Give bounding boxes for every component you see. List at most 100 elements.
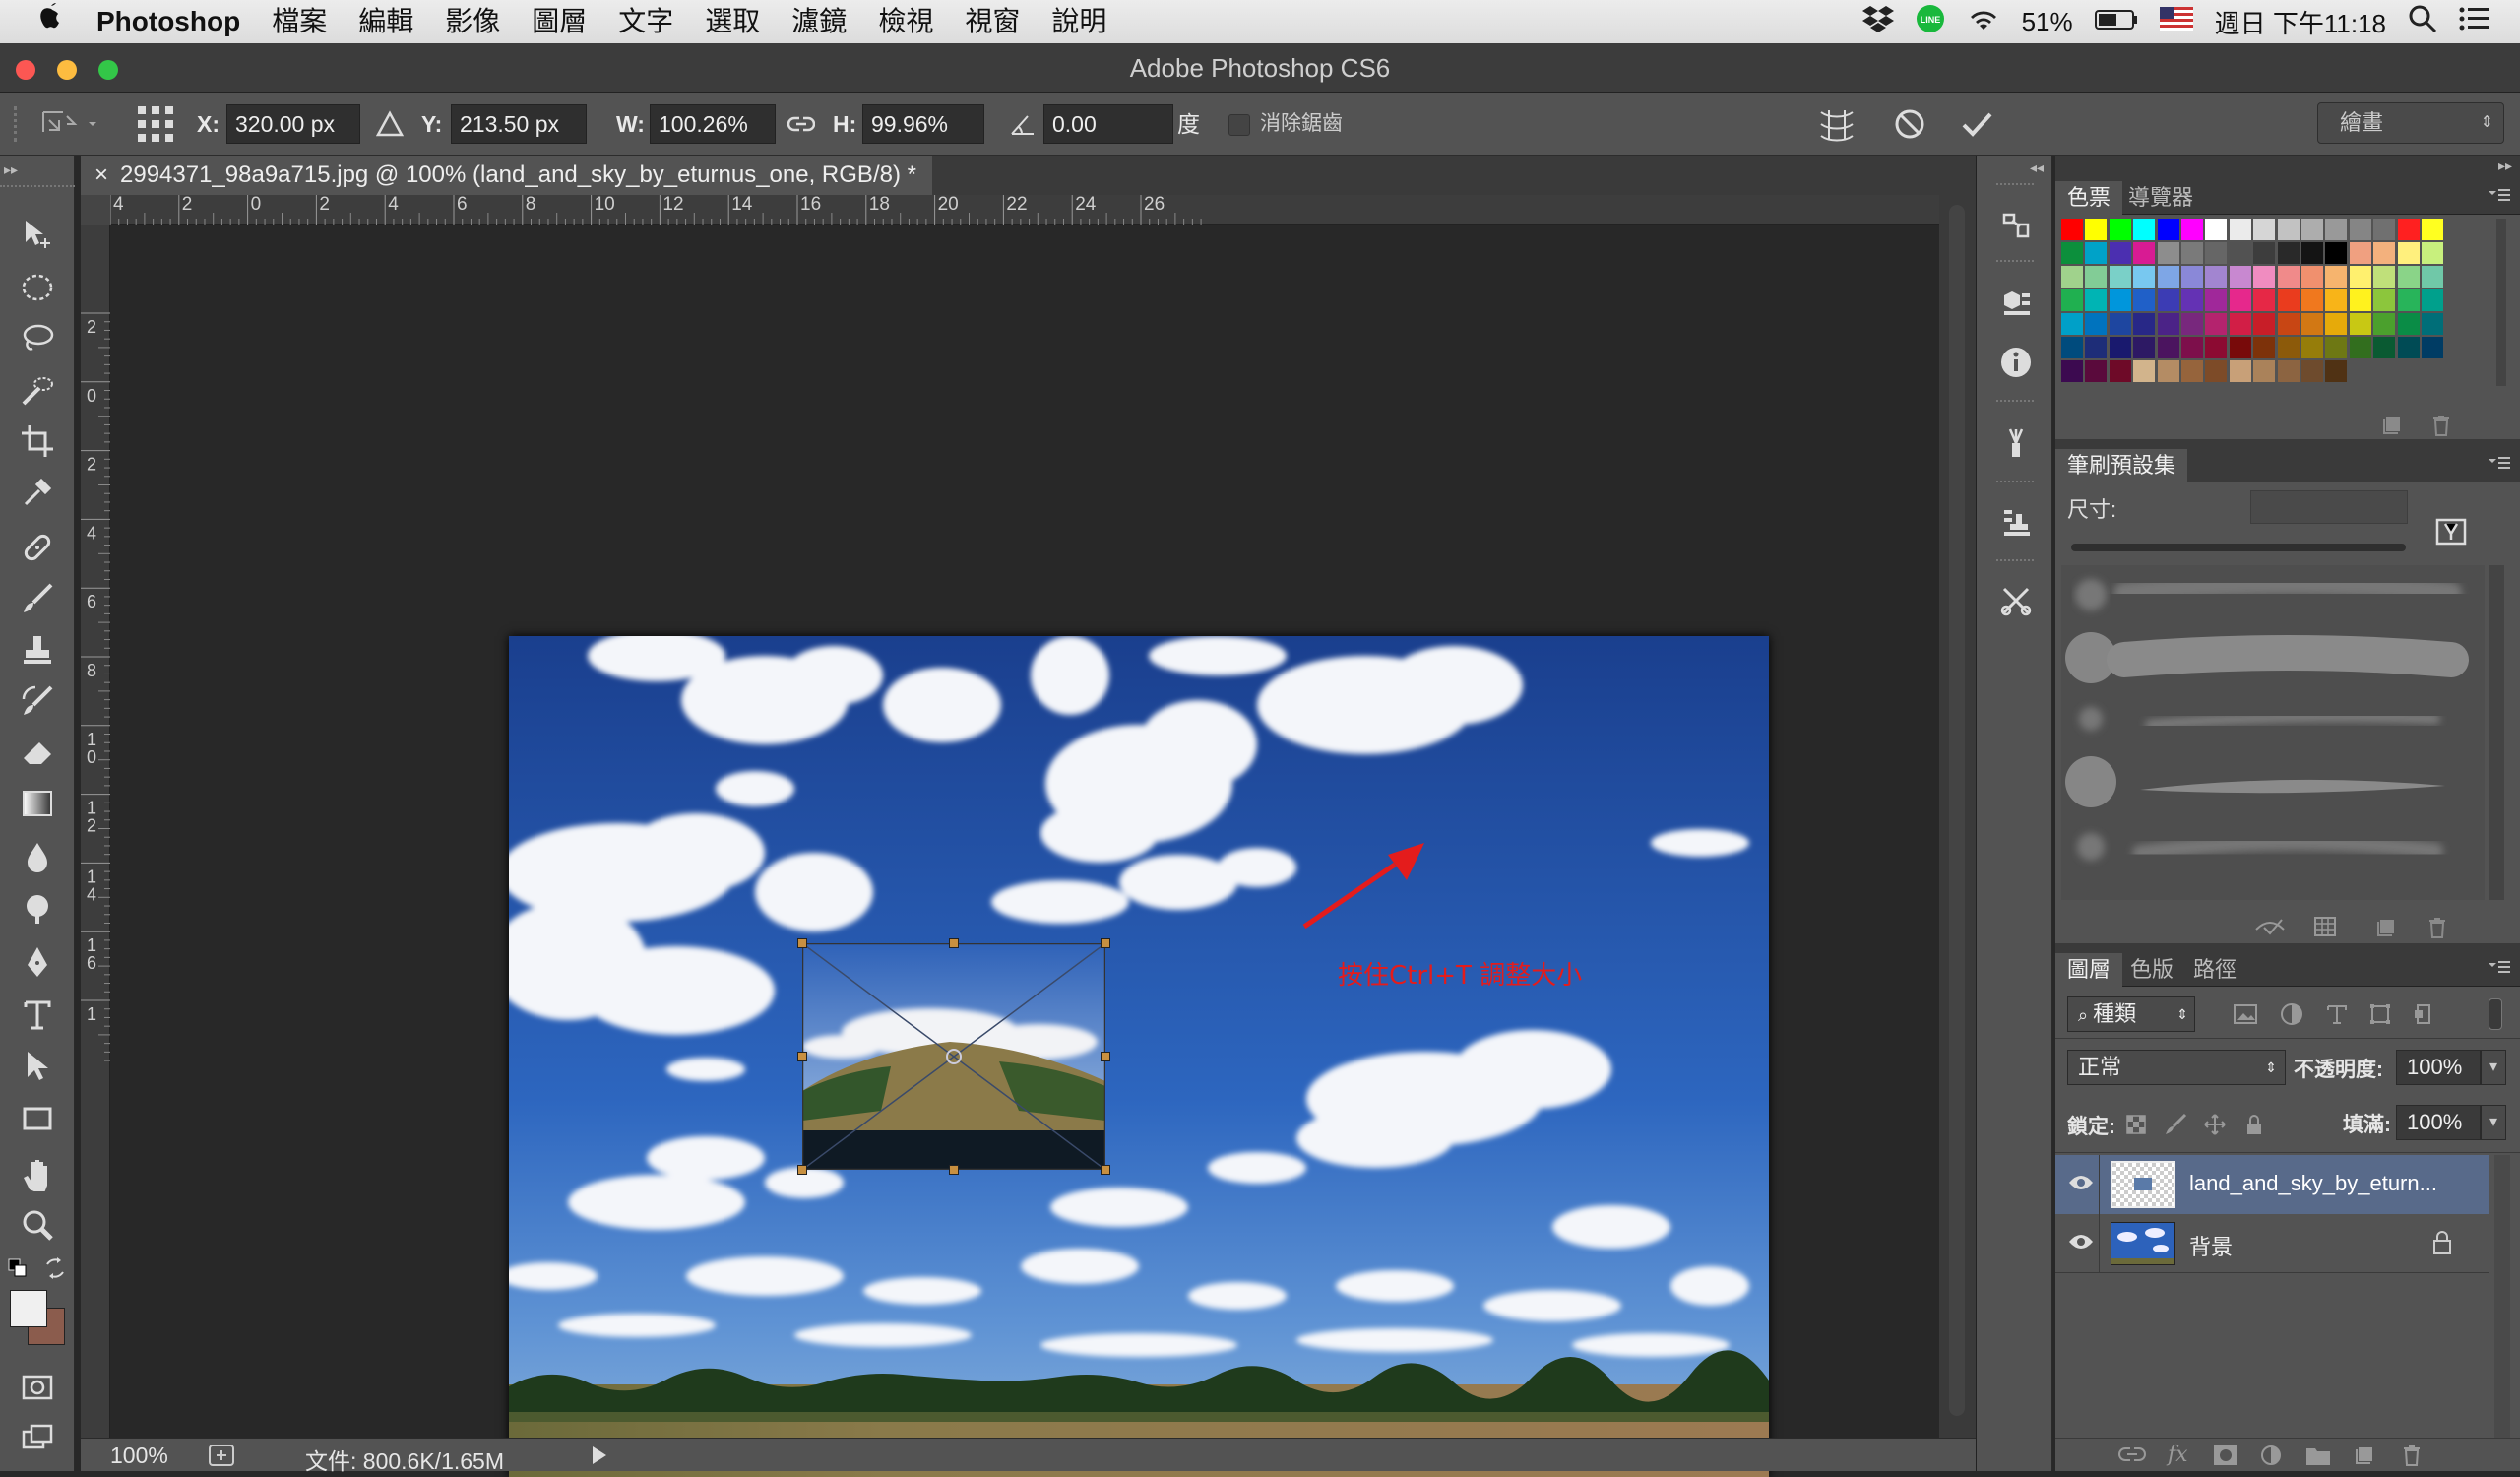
color-swatch[interactable] [2301, 266, 2323, 288]
filter-pixel-layers-icon[interactable] [2233, 1002, 2258, 1031]
tab-brush-presets[interactable]: 筆刷預設集 [2055, 449, 2188, 482]
color-swatch[interactable] [2205, 337, 2228, 358]
spotlight-search-icon[interactable] [2408, 4, 2437, 40]
color-swatch[interactable] [2349, 219, 2371, 240]
color-swatch[interactable] [2277, 360, 2300, 382]
tab-layers[interactable]: 圖層 [2055, 953, 2123, 987]
color-swatch[interactable] [2349, 289, 2371, 311]
color-swatch[interactable] [2133, 337, 2156, 358]
sky-photo-canvas[interactable]: 按住Ctrl+T 調整大小 [509, 636, 1769, 1477]
color-swatch[interactable] [2229, 266, 2251, 288]
color-swatch[interactable] [2325, 337, 2348, 358]
blur-tool-icon[interactable] [14, 835, 61, 878]
color-swatch[interactable] [2205, 219, 2228, 240]
vertical-ruler[interactable]: 202468101214161 [81, 225, 110, 1438]
color-swatch[interactable] [2229, 289, 2251, 311]
color-swatch[interactable] [2061, 219, 2083, 240]
commit-transform-icon[interactable] [1959, 106, 1994, 148]
color-swatch[interactable] [2325, 289, 2348, 311]
color-swatch[interactable] [2349, 337, 2371, 358]
tab-navigator[interactable]: 導覽器 [2116, 181, 2205, 215]
color-swatch[interactable] [2253, 313, 2276, 335]
height-percent-field[interactable]: 99.96% [862, 104, 984, 144]
layer-row-background[interactable]: 背景 [2055, 1214, 2488, 1273]
quick-selection-tool-icon[interactable] [14, 368, 61, 412]
foreground-color-swatch[interactable] [10, 1290, 47, 1327]
color-swatch[interactable] [2373, 337, 2396, 358]
color-swatch[interactable] [2229, 219, 2251, 240]
expand-dock-icon[interactable]: ◂◂ [2030, 160, 2044, 176]
brush-presets-menu-icon[interactable] [2487, 453, 2510, 478]
color-swatch[interactable] [2205, 266, 2228, 288]
color-swatch[interactable] [2325, 313, 2348, 335]
warp-mode-icon[interactable] [1817, 106, 1857, 148]
color-swatch[interactable] [2061, 360, 2083, 382]
color-swatch[interactable] [2301, 219, 2323, 240]
color-swatch[interactable] [2422, 242, 2443, 264]
color-swatch[interactable] [2397, 266, 2420, 288]
color-swatch[interactable] [2157, 266, 2179, 288]
color-swatch[interactable] [2422, 289, 2443, 311]
brush-panel-icon[interactable] [1994, 421, 2038, 465]
tool-presets-panel-icon[interactable] [1994, 579, 2038, 622]
color-swatch[interactable] [2109, 266, 2131, 288]
layer-visibility-eye-icon[interactable] [2067, 1173, 2095, 1197]
document-tab[interactable]: × 2994371_98a9a715.jpg @ 100% (land_and_… [81, 156, 932, 195]
brush-tool-icon[interactable] [14, 577, 61, 620]
layer-thumbnail[interactable] [2110, 1222, 2175, 1265]
color-swatch[interactable] [2229, 313, 2251, 335]
color-swatch[interactable] [2325, 266, 2348, 288]
color-swatch[interactable] [2133, 266, 2156, 288]
filter-adjustment-layers-icon[interactable] [2280, 1002, 2303, 1031]
crop-tool-icon[interactable] [14, 419, 61, 463]
color-swatch[interactable] [2422, 266, 2443, 288]
link-aspect-icon[interactable] [787, 112, 816, 142]
transform-handle-right[interactable] [1101, 1052, 1110, 1061]
horizontal-ruler[interactable]: 4 2 0 2 4 6 8 10 12 14 16 18 20 22 24 26 [110, 195, 1939, 225]
swap-colors-icon[interactable] [43, 1256, 67, 1285]
blend-mode-select[interactable]: 正常 ⇕ [2067, 1050, 2286, 1085]
fill-field[interactable]: 100% [2396, 1105, 2481, 1140]
color-swatch[interactable] [2373, 289, 2396, 311]
menu-help[interactable]: 說明 [1036, 0, 1122, 43]
color-swatch[interactable] [2085, 360, 2108, 382]
color-swatch[interactable] [2109, 242, 2131, 264]
color-swatch[interactable] [2229, 337, 2251, 358]
healing-brush-tool-icon[interactable] [14, 526, 61, 569]
info-panel-icon[interactable] [1994, 341, 2038, 384]
color-swatch[interactable] [2253, 337, 2276, 358]
quick-mask-icon[interactable] [14, 1365, 61, 1408]
path-selection-tool-icon[interactable] [14, 1044, 61, 1087]
zoom-level[interactable]: 100% [110, 1443, 168, 1469]
color-swatch[interactable] [2133, 219, 2156, 240]
color-swatch[interactable] [2157, 289, 2179, 311]
hand-tool-icon[interactable] [14, 1152, 61, 1195]
dropbox-icon[interactable] [1861, 5, 1894, 39]
color-swatch[interactable] [2133, 242, 2156, 264]
layer-thumbnail[interactable] [2110, 1161, 2175, 1208]
color-swatch[interactable] [2253, 360, 2276, 382]
tab-paths[interactable]: 路徑 [2181, 953, 2248, 987]
color-swatch[interactable] [2133, 289, 2156, 311]
tool-preset-picker[interactable] [39, 104, 108, 144]
color-swatch[interactable] [2325, 242, 2348, 264]
line-app-icon[interactable]: LINE [1916, 4, 1945, 40]
color-swatch[interactable] [2085, 219, 2108, 240]
color-swatch[interactable] [2301, 242, 2323, 264]
color-swatch[interactable] [2157, 242, 2179, 264]
menu-image[interactable]: 影像 [429, 0, 516, 43]
scroll-thumb[interactable] [1949, 205, 1965, 1416]
close-document-icon[interactable]: × [94, 156, 108, 195]
zoom-tool-icon[interactable] [14, 1203, 61, 1247]
marquee-tool-icon[interactable] [14, 266, 61, 309]
color-swatch[interactable] [2157, 337, 2179, 358]
lock-position-icon[interactable] [2203, 1113, 2227, 1141]
eraser-tool-icon[interactable] [14, 731, 61, 774]
layers-panel-menu-icon[interactable] [2487, 957, 2510, 982]
new-brush-preset-icon[interactable] [2374, 916, 2398, 944]
fill-slider-button[interactable]: ▾ [2481, 1105, 2506, 1140]
lock-image-pixels-icon[interactable] [2164, 1113, 2187, 1141]
color-swatch[interactable] [2061, 266, 2083, 288]
reference-point-locator-icon[interactable] [134, 102, 177, 146]
color-swatch[interactable] [2253, 242, 2276, 264]
